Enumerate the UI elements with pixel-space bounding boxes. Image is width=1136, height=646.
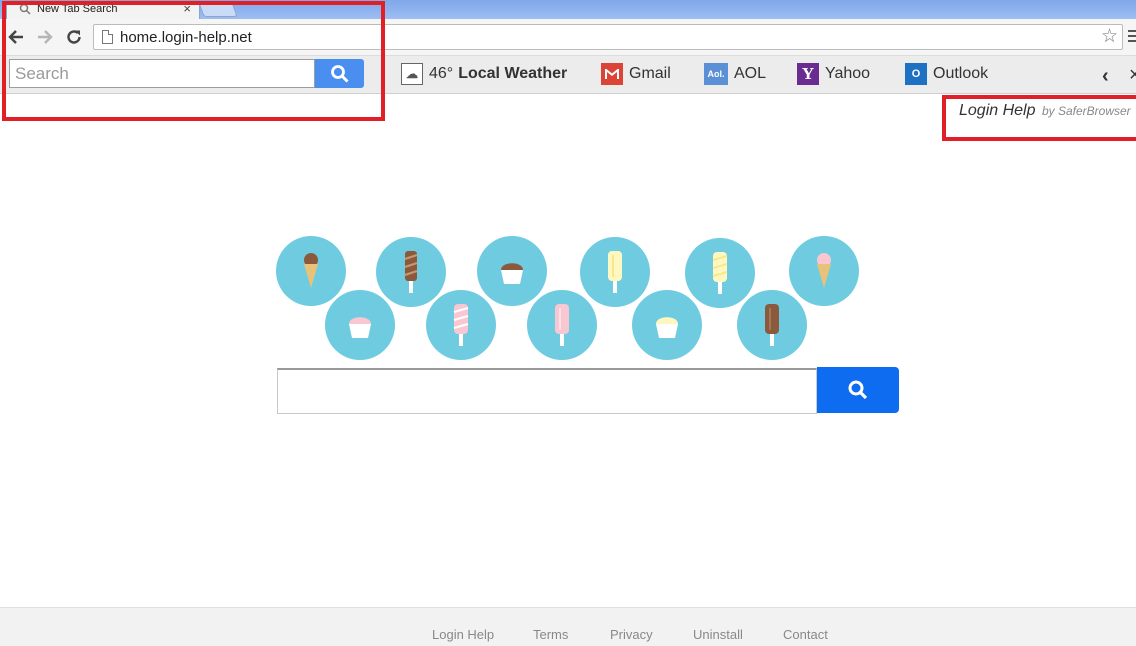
footer-link-uninstall[interactable]: Uninstall <box>693 627 743 642</box>
yahoo-icon: Y <box>797 63 819 85</box>
aol-icon: Aol. <box>704 63 728 85</box>
chocolate-cupcake-icon <box>477 236 547 306</box>
weather-temp: 46° <box>429 65 454 82</box>
close-icon[interactable]: × <box>1129 64 1136 87</box>
footer-link-contact[interactable]: Contact <box>783 627 828 642</box>
main-search-input[interactable] <box>277 368 817 414</box>
highlight-box-brand <box>942 95 1136 141</box>
main-search-button[interactable] <box>817 367 899 413</box>
search-icon <box>848 380 868 400</box>
menu-icon[interactable] <box>1128 30 1136 45</box>
outlook-icon: O <box>905 63 927 85</box>
gmail-label: Gmail <box>629 65 671 82</box>
fudge-bar-icon <box>376 237 446 307</box>
aol-label: AOL <box>734 65 767 82</box>
chevron-left-icon[interactable]: ‹ <box>1102 65 1109 88</box>
pink-cupcake-icon <box>325 290 395 360</box>
pink-popsicle-icon <box>426 290 496 360</box>
weather-link[interactable]: ☁ 46° Local Weather <box>401 62 567 86</box>
chocolate-popsicle-icon <box>737 290 807 360</box>
outlook-link[interactable]: O Outlook <box>905 62 988 86</box>
white-cupcake-icon <box>632 290 702 360</box>
yellow-popsicle-icon <box>580 237 650 307</box>
footer-link-privacy[interactable]: Privacy <box>610 627 653 642</box>
highlight-box-toolbar <box>2 1 385 121</box>
yahoo-link[interactable]: Y Yahoo <box>797 62 870 86</box>
yellow-popsicle-icon-2 <box>685 238 755 308</box>
footer-link-login-help[interactable]: Login Help <box>432 627 494 642</box>
cone-icon <box>276 236 346 306</box>
yahoo-label: Yahoo <box>825 65 871 82</box>
gmail-icon <box>601 63 623 85</box>
pink-cone-icon <box>789 236 859 306</box>
pink-popsicle-icon-2 <box>527 290 597 360</box>
footer: Login Help Terms Privacy Uninstall Conta… <box>0 607 1136 646</box>
aol-link[interactable]: Aol. AOL <box>704 62 766 86</box>
gmail-link[interactable]: Gmail <box>601 62 671 86</box>
footer-link-terms[interactable]: Terms <box>533 627 568 642</box>
bookmark-star-icon[interactable]: ☆ <box>1101 26 1118 48</box>
weather-cloud-icon: ☁ <box>401 63 423 85</box>
weather-label: Local Weather <box>458 65 568 82</box>
outlook-label: Outlook <box>933 65 989 82</box>
